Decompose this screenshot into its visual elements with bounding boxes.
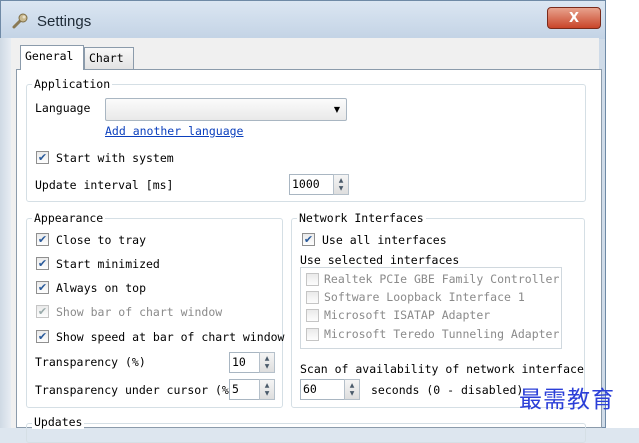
show-bar-checkbox[interactable]: ✔ [36, 305, 49, 318]
close-to-tray-label: Close to tray [56, 233, 147, 247]
desktop-background [606, 0, 639, 428]
use-selected-interfaces-label: Use selected interfaces [300, 253, 460, 267]
use-all-interfaces-checkbox[interactable]: ✔ [302, 233, 315, 246]
transparency-cursor-input[interactable]: 5 [229, 379, 261, 400]
scan-unit-label: seconds (0 - disabled) [371, 383, 524, 397]
interface-checkbox-isatap[interactable] [306, 309, 319, 322]
transparency-label: Transparency (%) [35, 355, 146, 369]
application-group-label: Application [32, 77, 113, 91]
interface-checkbox-loopback[interactable] [306, 291, 319, 304]
spin-up-icon: ▲ [264, 381, 270, 389]
title-bar[interactable]: Settings X [1, 1, 605, 39]
use-all-interfaces-label: Use all interfaces [322, 233, 447, 247]
window-frame-left [0, 38, 11, 428]
interface-checkbox-realtek[interactable] [306, 273, 319, 286]
spin-up-icon: ▲ [264, 354, 270, 362]
watermark-text: 最需教育 [519, 387, 615, 413]
spin-down-icon: ▼ [264, 389, 270, 397]
transparency-cursor-label: Transparency under cursor (% [35, 383, 229, 397]
transparency-spinner[interactable]: ▲ ▼ [259, 352, 275, 373]
start-with-system-label: Start with system [56, 151, 174, 165]
update-interval-input[interactable]: 1000 [289, 174, 335, 195]
scan-availability-label: Scan of availability of network interfac… [300, 362, 584, 376]
start-with-system-checkbox[interactable]: ✔ [36, 151, 49, 164]
close-to-tray-checkbox[interactable]: ✔ [36, 233, 49, 246]
scan-interval-input[interactable]: 60 [300, 379, 346, 400]
start-minimized-label: Start minimized [56, 257, 160, 271]
check-icon: ✔ [37, 330, 48, 343]
transparency-cursor-spinner[interactable]: ▲ ▼ [259, 379, 275, 400]
interface-label-isatap: Microsoft ISATAP Adapter [324, 308, 491, 322]
start-minimized-checkbox[interactable]: ✔ [36, 257, 49, 270]
interface-label-realtek: Realtek PCIe GBE Family Controller [324, 272, 560, 286]
chevron-down-icon: ▼ [333, 105, 340, 114]
transparency-input[interactable]: 10 [229, 352, 261, 373]
interface-label-loopback: Software Loopback Interface 1 [324, 290, 525, 304]
updates-group-label: Updates [32, 415, 85, 429]
interface-label-teredo: Microsoft Teredo Tunneling Adapter [324, 327, 560, 341]
window-title: Settings [37, 13, 92, 30]
close-button[interactable]: X [547, 7, 601, 29]
spin-down-icon: ▼ [338, 184, 344, 192]
check-icon: ✔ [37, 257, 48, 270]
language-dropdown[interactable]: ▼ [105, 98, 347, 121]
show-speed-label: Show speed at bar of chart window [56, 330, 285, 344]
spin-down-icon: ▼ [349, 389, 355, 397]
appearance-group-label: Appearance [32, 211, 106, 225]
update-interval-spinner[interactable]: ▲ ▼ [333, 174, 349, 195]
scan-interval-spinner[interactable]: ▲ ▼ [344, 379, 360, 400]
updates-group [26, 423, 586, 443]
spin-up-icon: ▲ [338, 176, 344, 184]
spin-up-icon: ▲ [349, 381, 355, 389]
show-speed-checkbox[interactable]: ✔ [36, 330, 49, 343]
check-icon: ✔ [37, 305, 48, 318]
language-label: Language [35, 101, 91, 115]
check-icon: ✔ [37, 233, 48, 246]
update-interval-label: Update interval [ms] [35, 178, 174, 192]
check-icon: ✔ [37, 281, 48, 294]
interface-checkbox-teredo[interactable] [306, 328, 319, 341]
show-bar-label: Show bar of chart window [56, 305, 223, 319]
wrench-icon [12, 13, 28, 29]
always-on-top-label: Always on top [56, 281, 147, 295]
tab-chart[interactable]: Chart [84, 47, 134, 69]
network-group-label: Network Interfaces [297, 211, 426, 225]
check-icon: ✔ [303, 233, 314, 246]
spin-down-icon: ▼ [264, 362, 270, 370]
check-icon: ✔ [37, 151, 48, 164]
add-language-link[interactable]: Add another language [105, 124, 243, 138]
always-on-top-checkbox[interactable]: ✔ [36, 281, 49, 294]
tab-general[interactable]: General [20, 45, 84, 70]
